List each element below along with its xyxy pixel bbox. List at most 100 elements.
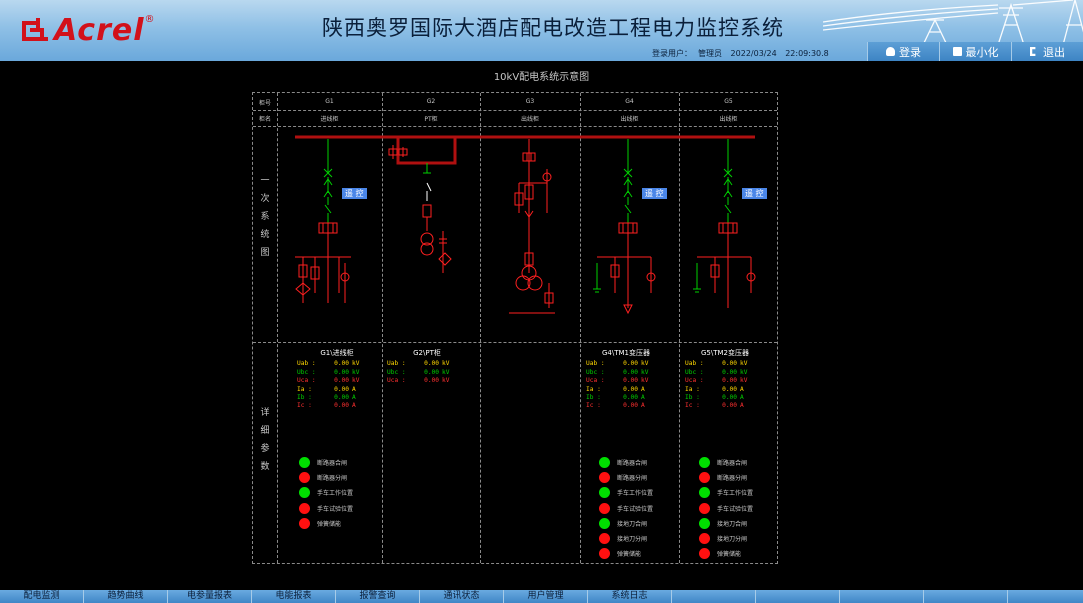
param-name: Ubc : (586, 368, 605, 376)
remote-control-button-g4[interactable]: 遥 控 (642, 188, 667, 199)
minimize-button[interactable]: 最小化 (939, 42, 1011, 61)
param-value: 0.00 (623, 360, 638, 368)
param-unit: kV (740, 360, 748, 368)
param-value: 0.00 (623, 377, 638, 385)
status-label: 手车工作位置 (717, 490, 754, 498)
status-item: 手车工作位置 (299, 485, 353, 500)
param-unit: kV (442, 377, 450, 385)
param-name: Ic : (685, 402, 700, 410)
param-value: 0.00 (722, 368, 737, 376)
param-unit: kV (442, 360, 450, 368)
param-row: Uab : 0.00 kV (586, 360, 666, 368)
param-title: G1\进线柜 (320, 349, 354, 357)
status-item: 断路器合闸 (299, 455, 353, 470)
single-line-diagram-panel: 柜号 柜名 G1 G2 G3 G4 G5 进线柜 PT柜 出线柜 出线柜 出线柜… (252, 92, 778, 564)
exit-button[interactable]: 退出 (1011, 42, 1083, 61)
nav-item-4[interactable]: 报警查询 (336, 590, 420, 603)
login-button-label: 登录 (899, 45, 921, 59)
param-name: Uca : (297, 377, 316, 385)
status-item: 手车工作位置 (699, 485, 753, 500)
param-row: Ubc : 0.00 kV (685, 369, 765, 377)
login-info: 登录用户： 管理员 2022/03/24 22:09:30.8 (652, 48, 835, 59)
header-bar: Acrel ® 陕西奥罗国际大酒店配电改造工程电力监控系统 登录用户： 管理员 2… (0, 0, 1083, 61)
status-item: 弹簧储能 (599, 546, 653, 561)
header-buttons: 登录 最小化 退出 (867, 42, 1083, 61)
side-label-detail-1: 详 (260, 408, 270, 418)
minimize-icon (952, 47, 962, 56)
param-block-g1: G1\进线柜 Uab :0.00 kV Ubc :0.00 kV Uca :0.00 kV I… (297, 349, 377, 411)
param-row: Ic : 0.00 A (685, 402, 765, 410)
status-label: 断路器合闸 (617, 460, 648, 468)
param-value: 0.00 (623, 394, 638, 402)
param-value: 0.00 (334, 377, 349, 385)
nav-item-1[interactable]: 趋势曲线 (84, 590, 168, 603)
remote-control-button-g1[interactable]: 遥 控 (342, 188, 367, 199)
nav-item-7[interactable]: 系统日志 (588, 590, 672, 603)
nav-item-0[interactable]: 配电监测 (0, 590, 84, 603)
status-indicator-icon (599, 533, 610, 545)
login-label: 登录用户： (652, 49, 692, 58)
param-row: Ib : 0.00 A (685, 394, 765, 402)
param-name: Ubc : (685, 368, 704, 376)
param-value: 0.00 (623, 385, 638, 393)
status-indicator-icon (299, 502, 310, 514)
login-user: 管理员 (698, 49, 722, 58)
nav-item-6[interactable]: 用户管理 (504, 590, 588, 603)
status-indicator-icon (599, 548, 610, 560)
param-name: Ia : (297, 385, 312, 393)
status-label: 断路器分闸 (317, 475, 348, 483)
side-label-detail-4: 数 (260, 462, 270, 472)
param-name: Uab : (297, 360, 316, 368)
param-unit: kV (442, 368, 450, 376)
status-indicator-icon (699, 548, 710, 560)
status-label: 接地刀合闸 (617, 520, 648, 528)
param-value: 0.00 (334, 360, 349, 368)
status-label: 断路器分闸 (617, 475, 648, 483)
status-label: 接地刀分闸 (717, 536, 748, 544)
param-block-g5: G5\TM2变压器 Uab :0.00 kV Ubc :0.00 kV Uca :0.00… (685, 349, 765, 411)
registered-mark: ® (144, 14, 155, 25)
status-item: 接地刀分闸 (599, 531, 653, 546)
status-item: 接地刀合闸 (599, 516, 653, 531)
status-item: 弹簧储能 (299, 516, 353, 531)
param-row: Ic : 0.00 A (297, 402, 377, 410)
nav-item-2[interactable]: 电参量报表 (168, 590, 252, 603)
param-row: Uca : 0.00 kV (685, 377, 765, 385)
login-date: 2022/03/24 (730, 49, 777, 58)
login-button[interactable]: 登录 (867, 42, 939, 61)
param-value: 0.00 (334, 402, 349, 410)
param-value: 0.00 (334, 394, 349, 402)
param-value: 0.00 (424, 377, 439, 385)
param-name: Ubc : (297, 368, 316, 376)
status-indicator-icon (599, 457, 610, 469)
param-unit: A (641, 385, 645, 393)
status-label: 断路器合闸 (717, 460, 748, 468)
side-label-detail-2: 细 (260, 426, 270, 436)
param-unit: A (641, 402, 645, 410)
param-unit: kV (641, 377, 649, 385)
status-indicator-icon (299, 457, 310, 469)
status-indicator-icon (599, 502, 610, 514)
status-item: 断路器分闸 (599, 470, 653, 485)
status-indicator-icon (299, 487, 310, 499)
g4-circuit (593, 139, 633, 293)
nav-item-3[interactable]: 电能报表 (252, 590, 336, 603)
status-label: 接地刀合闸 (717, 520, 748, 528)
param-unit: kV (740, 368, 748, 376)
param-value: 0.00 (334, 385, 349, 393)
param-name: Ia : (586, 385, 601, 393)
param-name: Ib : (685, 394, 700, 402)
exit-button-label: 退出 (1043, 45, 1065, 59)
single-line-diagram (295, 135, 756, 315)
nav-item-5[interactable]: 通讯状态 (420, 590, 504, 603)
system-title: 陕西奥罗国际大酒店配电改造工程电力监控系统 (322, 16, 784, 40)
status-item: 接地刀分闸 (699, 531, 753, 546)
param-name: Uab : (387, 360, 406, 368)
g3-circuit (509, 139, 555, 314)
remote-control-button-g5[interactable]: 遥 控 (742, 188, 767, 199)
param-row: Uab : 0.00 kV (685, 360, 765, 368)
status-item: 接地刀合闸 (699, 516, 753, 531)
param-name: Uca : (685, 377, 704, 385)
acrel-logo: Acrel ® (22, 12, 155, 48)
param-row: Uca : 0.00 kV (387, 377, 467, 385)
